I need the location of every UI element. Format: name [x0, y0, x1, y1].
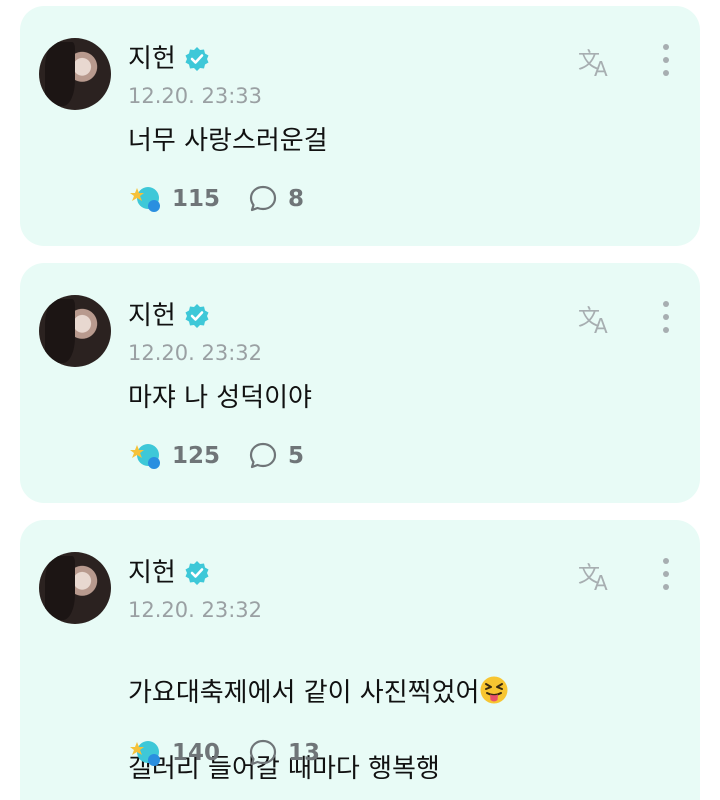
avatar[interactable] [39, 552, 111, 624]
reaction-count: 140 [172, 740, 221, 766]
more-options-icon[interactable] [662, 301, 670, 337]
verified-badge-icon [185, 47, 209, 71]
verified-badge-icon [185, 304, 209, 328]
comment-card[interactable]: 지헌 12.20. 23:32 文 A 가요대축제에서 같이 사진찍었어 갤러리… [20, 520, 700, 800]
timestamp: 12.20. 23:33 [128, 84, 262, 108]
cheer-reaction-icon[interactable] [128, 736, 164, 770]
verified-badge-icon [185, 561, 209, 585]
timestamp: 12.20. 23:32 [128, 341, 262, 365]
more-options-icon[interactable] [662, 558, 670, 594]
avatar[interactable] [39, 295, 111, 367]
author-name[interactable]: 지헌 [128, 301, 176, 331]
cheer-reaction-icon[interactable] [128, 439, 164, 473]
comment-count: 13 [288, 740, 321, 766]
comment-card[interactable]: 지헌 12.20. 23:33 文 A 너무 사랑스러운걸 115 8 [20, 6, 700, 246]
translate-icon[interactable]: 文 A [576, 42, 616, 82]
squinting-tongue-emoji-icon [480, 676, 508, 704]
svg-text:A: A [594, 314, 608, 338]
svg-text:A: A [594, 57, 608, 81]
comment-icon[interactable] [248, 184, 278, 214]
timestamp: 12.20. 23:32 [128, 598, 262, 622]
cheer-reaction-icon[interactable] [128, 182, 164, 216]
comment-text-line1: 가요대축제에서 같이 사진찍었어 [128, 678, 480, 708]
svg-text:A: A [594, 571, 608, 595]
translate-icon[interactable]: 文 A [576, 556, 616, 596]
comment-icon[interactable] [248, 441, 278, 471]
more-options-icon[interactable] [662, 44, 670, 80]
comment-text: 너무 사랑스러운걸 [128, 126, 328, 156]
translate-icon[interactable]: 文 A [576, 299, 616, 339]
comment-card[interactable]: 지헌 12.20. 23:32 文 A 마쟈 나 성덕이야 125 5 [20, 263, 700, 503]
comment-text: 마쟈 나 성덕이야 [128, 383, 312, 413]
reaction-count: 115 [172, 186, 221, 212]
avatar[interactable] [39, 38, 111, 110]
author-name[interactable]: 지헌 [128, 558, 176, 588]
author-name[interactable]: 지헌 [128, 44, 176, 74]
reaction-count: 125 [172, 443, 221, 469]
comment-count: 5 [288, 443, 305, 469]
comment-icon[interactable] [248, 738, 278, 768]
comment-count: 8 [288, 186, 305, 212]
